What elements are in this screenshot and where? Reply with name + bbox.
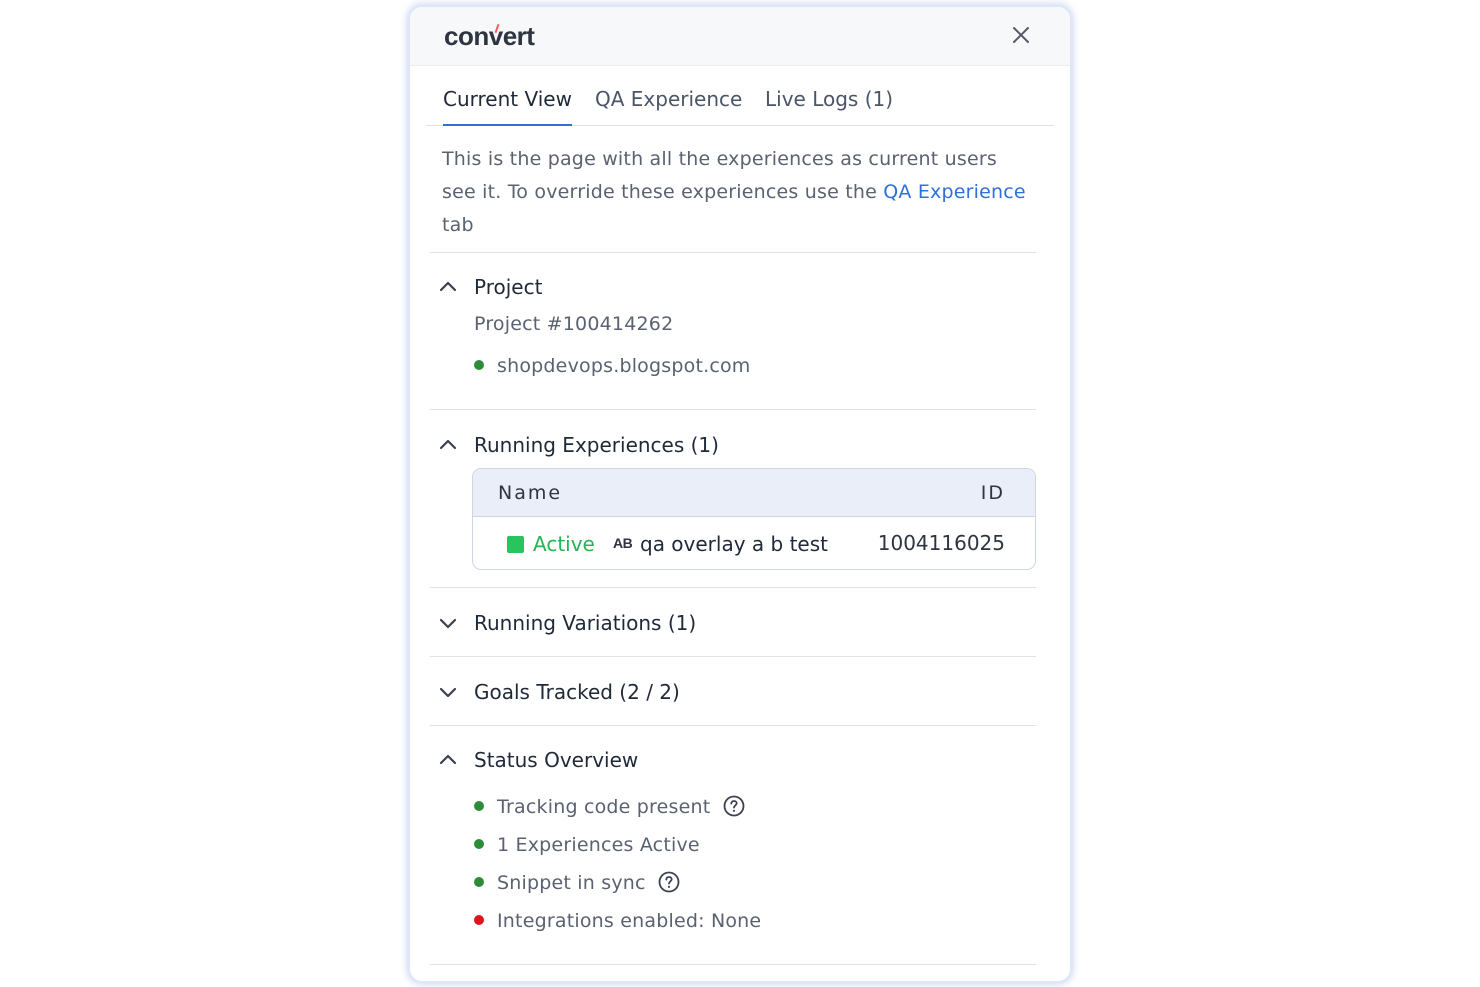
section-status-overview-header[interactable]: Status Overview bbox=[438, 745, 638, 775]
section-running-experiences-title: Running Experiences (1) bbox=[474, 433, 719, 457]
table-row[interactable]: Active AB qa overlay a b test 1004116025 bbox=[473, 517, 1035, 569]
status-dot-ok bbox=[474, 800, 484, 811]
qa-experience-link[interactable]: QA Experience bbox=[883, 181, 1026, 203]
status-dot-ok bbox=[474, 838, 484, 849]
status-item: Snippet in sync bbox=[474, 871, 680, 895]
divider bbox=[430, 587, 1036, 588]
experience-id: 1004116025 bbox=[877, 531, 1005, 555]
status-item-label: Integrations enabled: None bbox=[497, 910, 762, 932]
experiences-table: Name ID Active AB qa overlay a b test 10… bbox=[472, 468, 1036, 570]
ab-test-icon: AB bbox=[613, 535, 633, 551]
section-project-title: Project bbox=[474, 275, 543, 299]
chevron-up-icon bbox=[439, 439, 457, 450]
status-dot-ok bbox=[474, 359, 484, 370]
divider bbox=[430, 964, 1036, 965]
close-icon[interactable] bbox=[1010, 24, 1032, 46]
status-item: 1 Experiences Active bbox=[474, 834, 700, 856]
active-status-icon bbox=[507, 536, 524, 553]
column-header-id: ID bbox=[980, 482, 1005, 504]
section-status-overview-title: Status Overview bbox=[474, 748, 639, 772]
help-icon[interactable] bbox=[723, 795, 745, 817]
chevron-up-icon bbox=[439, 281, 457, 292]
tab-current-view[interactable]: Current View bbox=[443, 87, 572, 126]
project-id: Project #100414262 bbox=[474, 313, 674, 335]
status-dot-error bbox=[474, 914, 484, 925]
section-goals-tracked-header[interactable]: Goals Tracked (2 / 2) bbox=[438, 677, 680, 707]
status-item: Integrations enabled: None bbox=[474, 910, 761, 932]
experience-name: qa overlay a b test bbox=[640, 532, 828, 556]
chevron-down-icon bbox=[439, 618, 457, 629]
divider bbox=[430, 409, 1036, 410]
tab-live-logs[interactable]: Live Logs (1) bbox=[765, 87, 893, 125]
status-dot-ok bbox=[474, 876, 484, 887]
convert-logo: convert bbox=[444, 21, 535, 51]
experience-status: Active bbox=[533, 532, 595, 556]
status-item: Tracking code present bbox=[474, 795, 745, 819]
status-item-label: Snippet in sync bbox=[497, 872, 646, 894]
divider bbox=[430, 656, 1036, 657]
column-header-name: Name bbox=[498, 482, 563, 504]
status-item-label: Tracking code present bbox=[497, 796, 711, 818]
help-icon[interactable] bbox=[658, 871, 680, 893]
status-item-label: 1 Experiences Active bbox=[497, 834, 700, 856]
section-running-variations-header[interactable]: Running Variations (1) bbox=[438, 608, 696, 638]
panel-header: convert bbox=[410, 7, 1070, 66]
project-domain-row: shopdevops.blogspot.com bbox=[474, 355, 751, 377]
chevron-up-icon bbox=[439, 754, 457, 765]
section-goals-tracked-title: Goals Tracked (2 / 2) bbox=[474, 680, 680, 704]
section-running-variations-title: Running Variations (1) bbox=[474, 611, 697, 635]
section-running-experiences-header[interactable]: Running Experiences (1) bbox=[438, 430, 719, 460]
convert-qa-panel: convert Current View QA Experience Live … bbox=[410, 7, 1070, 981]
project-domain: shopdevops.blogspot.com bbox=[497, 355, 751, 377]
tab-bar: Current View QA Experience Live Logs (1) bbox=[426, 87, 1054, 126]
table-header: Name ID bbox=[473, 469, 1035, 517]
divider bbox=[430, 252, 1036, 253]
divider bbox=[430, 725, 1036, 726]
intro-text: This is the page with all the experience… bbox=[442, 143, 1032, 242]
section-project-header[interactable]: Project bbox=[438, 272, 542, 302]
chevron-down-icon bbox=[439, 687, 457, 698]
tab-qa-experience[interactable]: QA Experience bbox=[595, 87, 742, 125]
intro-text-after: tab bbox=[442, 214, 474, 236]
